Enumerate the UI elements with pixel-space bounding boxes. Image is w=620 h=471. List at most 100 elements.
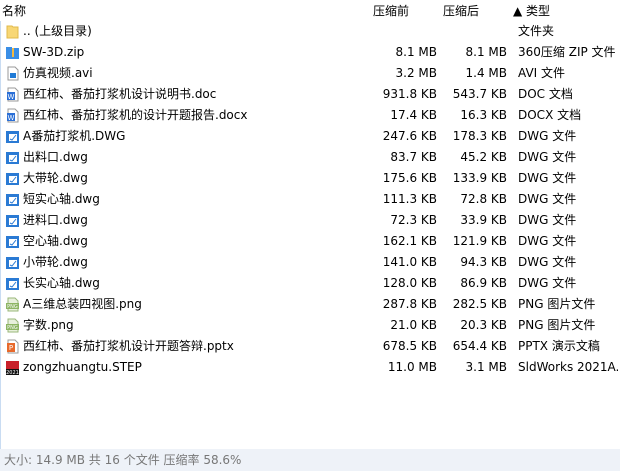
file-name: 小带轮.dwg	[23, 255, 88, 269]
compressed-size: 86.9 KB	[460, 276, 507, 290]
dwg-file-icon	[5, 171, 20, 186]
column-header: 名称 压缩前 压缩后 ▲ 类型	[0, 0, 620, 20]
file-row[interactable]: SW-3D.zip 8.1 MB 8.1 MB 360压缩 ZIP 文件	[1, 42, 620, 63]
compressed-size: 16.3 KB	[460, 108, 507, 122]
original-size: 175.6 KB	[382, 171, 437, 185]
column-compressed-size[interactable]: 压缩后	[443, 2, 479, 19]
file-type: DWG 文件	[518, 150, 577, 164]
file-name: 字数.png	[23, 318, 74, 332]
svg-text:2021: 2021	[6, 370, 19, 375]
compressed-size: 654.4 KB	[452, 339, 507, 353]
original-size: 21.0 KB	[390, 318, 437, 332]
file-name: 进料口.dwg	[23, 213, 88, 227]
file-row[interactable]: 短实心轴.dwg 111.3 KB 72.8 KB DWG 文件	[1, 189, 620, 210]
file-type: PNG 图片文件	[518, 318, 596, 332]
original-size: 111.3 KB	[382, 192, 437, 206]
file-type: DOCX 文档	[518, 108, 582, 122]
file-type: DWG 文件	[518, 213, 577, 227]
file-row[interactable]: 长实心轴.dwg 128.0 KB 86.9 KB DWG 文件	[1, 273, 620, 294]
svg-text:PNG: PNG	[7, 325, 18, 331]
file-type: PPTX 演示文稿	[518, 339, 600, 353]
svg-text:P: P	[9, 344, 13, 352]
file-row[interactable]: 大带轮.dwg 175.6 KB 133.9 KB DWG 文件	[1, 168, 620, 189]
word-file-icon: W	[5, 87, 20, 102]
original-size: 8.1 MB	[395, 45, 437, 59]
file-name: 空心轴.dwg	[23, 234, 88, 248]
file-row[interactable]: W 西红柿、番茄打浆机的设计开题报告.docx 17.4 KB 16.3 KB …	[1, 105, 620, 126]
file-row[interactable]: 出料口.dwg 83.7 KB 45.2 KB DWG 文件	[1, 147, 620, 168]
dwg-file-icon	[5, 234, 20, 249]
dwg-file-icon	[5, 129, 20, 144]
file-row[interactable]: 小带轮.dwg 141.0 KB 94.3 KB DWG 文件	[1, 252, 620, 273]
compressed-size: 1.4 MB	[465, 66, 507, 80]
folder-file-icon	[5, 24, 20, 39]
file-name: 仿真视频.avi	[23, 66, 93, 80]
compressed-size: 121.9 KB	[452, 234, 507, 248]
compressed-size: 45.2 KB	[460, 150, 507, 164]
compressed-size: 282.5 KB	[452, 297, 507, 311]
file-type: 360压缩 ZIP 文件	[518, 45, 616, 59]
file-type: AVI 文件	[518, 66, 566, 80]
original-size: 3.2 MB	[395, 66, 437, 80]
file-name: .. (上级目录)	[23, 24, 92, 38]
step-file-icon: 2021	[5, 360, 20, 376]
file-name: 大带轮.dwg	[23, 171, 88, 185]
original-size: 11.0 MB	[387, 360, 437, 374]
file-row[interactable]: PNG A三维总装四视图.png 287.8 KB 282.5 KB PNG 图…	[1, 294, 620, 315]
file-type: SldWorks 2021A...	[518, 360, 618, 374]
dwg-file-icon	[5, 150, 20, 165]
original-size: 72.3 KB	[390, 213, 437, 227]
file-name: A番茄打浆机.DWG	[23, 129, 126, 143]
file-list: .. (上级目录) 文件夹 SW-3D.zip 8.1 MB 8.1 MB 36…	[0, 21, 620, 449]
column-name[interactable]: 名称	[2, 2, 26, 19]
original-size: 162.1 KB	[382, 234, 437, 248]
compressed-size: 8.1 MB	[465, 45, 507, 59]
file-row[interactable]: A番茄打浆机.DWG 247.6 KB 178.3 KB DWG 文件	[1, 126, 620, 147]
original-size: 287.8 KB	[382, 297, 437, 311]
file-type: 文件夹	[518, 24, 555, 38]
column-original-size[interactable]: 压缩前	[373, 2, 409, 19]
compressed-size: 178.3 KB	[452, 129, 507, 143]
file-type: DWG 文件	[518, 171, 577, 185]
original-size: 141.0 KB	[382, 255, 437, 269]
file-row[interactable]: .. (上级目录) 文件夹	[1, 21, 620, 42]
file-name: 出料口.dwg	[23, 150, 88, 164]
file-type: DWG 文件	[518, 255, 577, 269]
word-file-icon: W	[5, 108, 20, 123]
zip-file-icon	[5, 45, 20, 60]
original-size: 931.8 KB	[382, 87, 437, 101]
column-type[interactable]: ▲ 类型	[513, 2, 550, 19]
file-type: DWG 文件	[518, 234, 577, 248]
svg-text:W: W	[8, 93, 15, 101]
svg-text:PNG: PNG	[7, 304, 18, 310]
file-row[interactable]: 空心轴.dwg 162.1 KB 121.9 KB DWG 文件	[1, 231, 620, 252]
original-size: 83.7 KB	[390, 150, 437, 164]
original-size: 128.0 KB	[382, 276, 437, 290]
file-name: 长实心轴.dwg	[23, 276, 100, 290]
file-name: zongzhuangtu.STEP	[23, 360, 142, 374]
file-name: 西红柿、番茄打浆机的设计开题报告.docx	[23, 108, 248, 122]
file-type: DOC 文档	[518, 87, 573, 101]
file-row[interactable]: 进料口.dwg 72.3 KB 33.9 KB DWG 文件	[1, 210, 620, 231]
file-row[interactable]: W 西红柿、番茄打浆机设计说明书.doc 931.8 KB 543.7 KB D…	[1, 84, 620, 105]
file-type: DWG 文件	[518, 192, 577, 206]
file-row[interactable]: 仿真视频.avi 3.2 MB 1.4 MB AVI 文件	[1, 63, 620, 84]
compressed-size: 33.9 KB	[460, 213, 507, 227]
png-file-icon: PNG	[5, 297, 20, 312]
video-file-icon	[5, 66, 20, 81]
compressed-size: 72.8 KB	[460, 192, 507, 206]
svg-text:W: W	[8, 114, 15, 122]
file-row[interactable]: 2021 zongzhuangtu.STEP 11.0 MB 3.1 MB Sl…	[1, 357, 620, 378]
file-name: A三维总装四视图.png	[23, 297, 142, 311]
compressed-size: 94.3 KB	[460, 255, 507, 269]
file-row[interactable]: PNG 字数.png 21.0 KB 20.3 KB PNG 图片文件	[1, 315, 620, 336]
compressed-size: 20.3 KB	[460, 318, 507, 332]
original-size: 247.6 KB	[382, 129, 437, 143]
file-name: 短实心轴.dwg	[23, 192, 100, 206]
file-row[interactable]: P 西红柿、番茄打浆机设计开题答辩.pptx 678.5 KB 654.4 KB…	[1, 336, 620, 357]
png-file-icon: PNG	[5, 318, 20, 333]
dwg-file-icon	[5, 213, 20, 228]
compressed-size: 133.9 KB	[452, 171, 507, 185]
file-type: DWG 文件	[518, 129, 577, 143]
file-name: 西红柿、番茄打浆机设计开题答辩.pptx	[23, 339, 234, 353]
